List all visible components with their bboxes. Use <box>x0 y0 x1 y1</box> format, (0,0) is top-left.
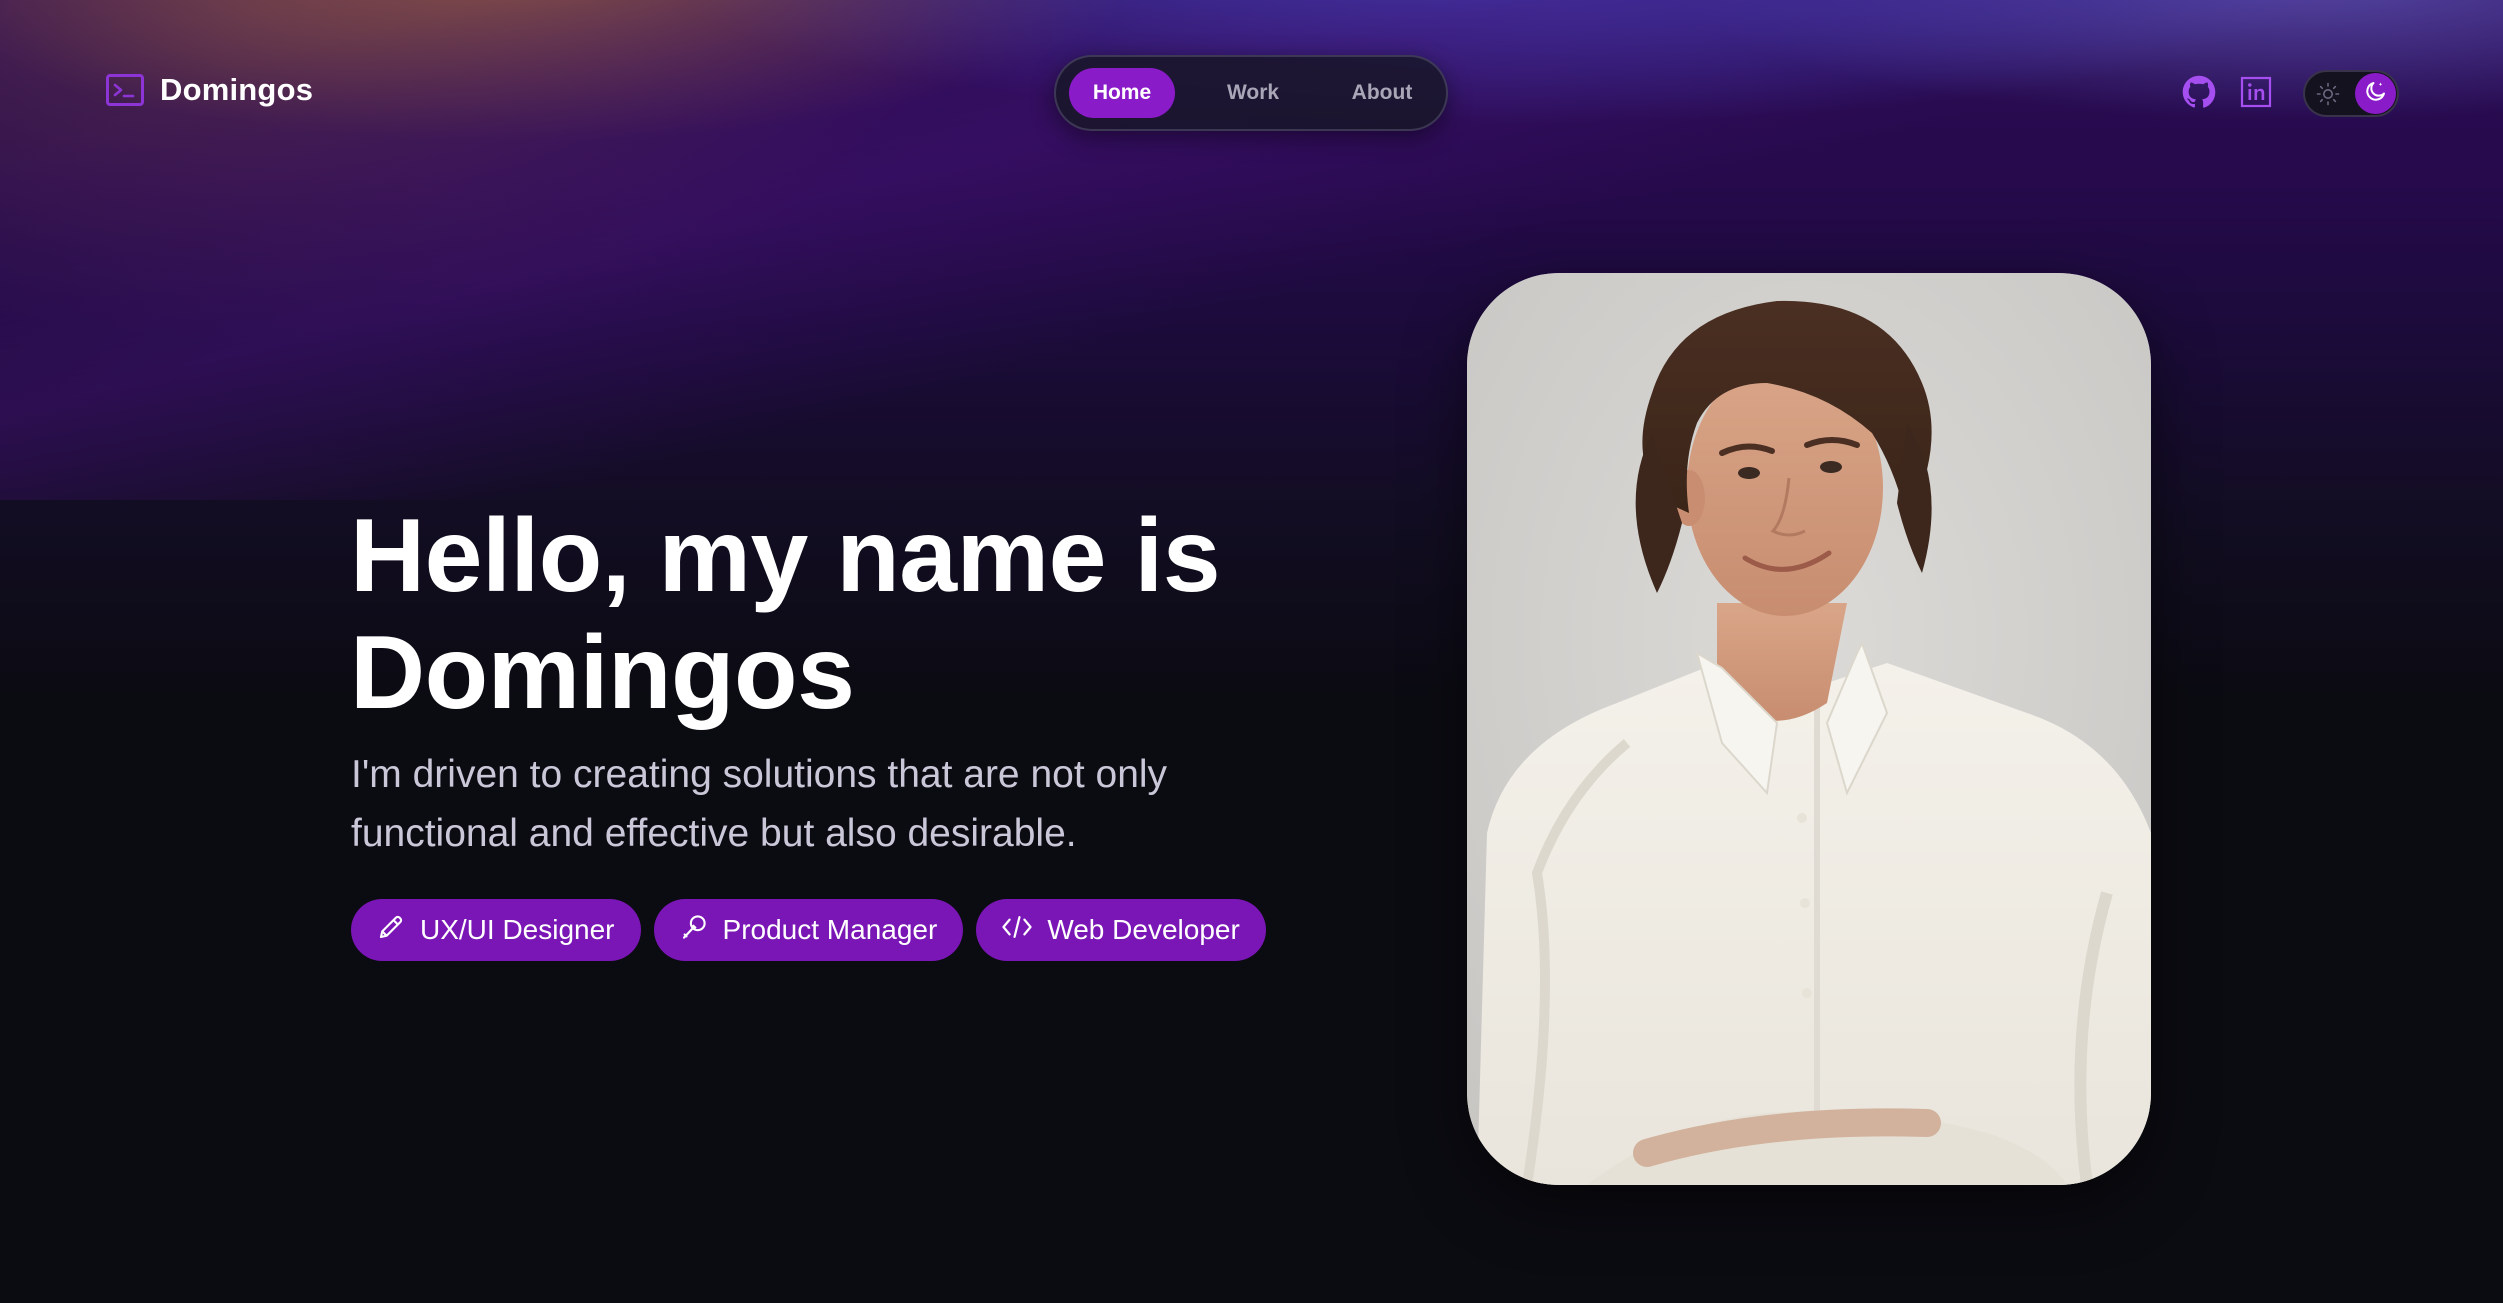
terminal-icon <box>106 74 144 106</box>
github-icon <box>2182 75 2216 114</box>
nav-item-home[interactable]: Home <box>1069 68 1175 118</box>
hero-title: Hello, my name is Domingos <box>350 498 1350 732</box>
microphone-icon <box>679 912 709 949</box>
github-link[interactable] <box>2181 75 2217 114</box>
role-tags: UX/UI Designer Product Manager Web Devel… <box>351 899 1266 961</box>
role-tag-label: Web Developer <box>1047 914 1240 945</box>
hero-title-line-2: Domingos <box>350 615 855 731</box>
brand-name: Domingos <box>160 72 314 107</box>
background-glow <box>0 0 1100 400</box>
nav-item-about[interactable]: About <box>1332 68 1432 118</box>
hero-subtitle: I'm driven to creating solutions that ar… <box>351 753 1168 855</box>
role-tag-label: Product Manager <box>722 914 938 945</box>
linkedin-icon <box>2240 76 2272 113</box>
role-tag-web-developer: Web Developer <box>976 899 1266 961</box>
theme-toggle[interactable] <box>2303 70 2399 117</box>
role-tag-product-manager: Product Manager <box>653 899 964 961</box>
nav-item-work[interactable]: Work <box>1208 68 1298 118</box>
main-nav: Home Work About <box>1054 55 1448 131</box>
theme-toggle-knob <box>2355 73 2396 114</box>
role-tag-ux-ui-designer: UX/UI Designer <box>351 899 641 961</box>
hero-title-line-1: Hello, my name is <box>350 498 1221 614</box>
portrait-photo <box>1467 273 2151 1185</box>
pencil-icon <box>376 912 406 949</box>
code-icon <box>1001 912 1033 949</box>
page: Domingos Home Work About Hello, my name … <box>0 0 2503 1303</box>
moon-icon <box>2364 79 2388 108</box>
linkedin-link[interactable] <box>2238 76 2274 112</box>
brand-link[interactable]: Domingos <box>106 72 313 108</box>
role-tag-label: UX/UI Designer <box>420 914 615 945</box>
sun-icon <box>2315 81 2341 107</box>
